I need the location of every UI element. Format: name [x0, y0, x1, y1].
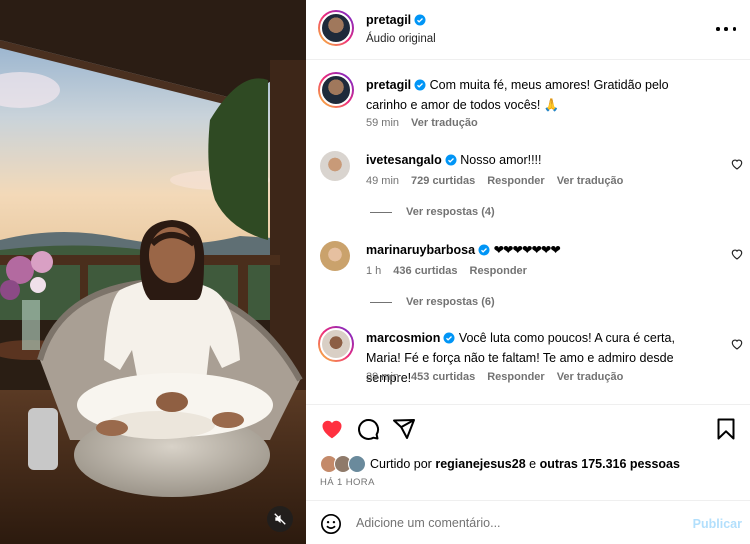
- commenter-username[interactable]: ivetesangalo: [366, 153, 442, 167]
- liked-by-user[interactable]: regianejesus28: [435, 457, 525, 471]
- comment-like-icon[interactable]: [730, 247, 744, 261]
- verified-badge-icon: [478, 244, 490, 256]
- comment-item: ivetesangalo Nosso amor!!!! 49 min 729 c…: [306, 139, 750, 229]
- post-timestamp[interactable]: HÁ 1 HORA: [320, 477, 375, 488]
- comment-input[interactable]: [356, 513, 676, 533]
- reply-button[interactable]: Responder: [487, 371, 544, 383]
- post-actions: [306, 404, 750, 444]
- liked-by-others[interactable]: outras 175.316 pessoas: [540, 457, 680, 471]
- liked-by-prefix: Curtido por: [370, 457, 432, 471]
- comment-time[interactable]: 39 min: [366, 371, 399, 383]
- comment-likes[interactable]: 436 curtidas: [393, 265, 457, 277]
- post-video-frame: [0, 0, 306, 544]
- paper-plane-icon[interactable]: [392, 417, 416, 441]
- caption-translate-button[interactable]: Ver tradução: [411, 117, 478, 129]
- view-replies-label: Ver respostas (6): [406, 296, 495, 308]
- audio-label[interactable]: Áudio original: [366, 33, 436, 45]
- comment-item: marcosmion Você luta como poucos! A cura…: [306, 317, 750, 404]
- author-username[interactable]: pretagil: [366, 13, 411, 27]
- bookmark-icon[interactable]: [714, 417, 738, 441]
- speaker-muted-icon: [274, 513, 286, 525]
- comment-translate-button[interactable]: Ver tradução: [557, 175, 624, 187]
- caption: pretagil Com muita fé, meus amores! Grat…: [306, 61, 750, 139]
- commenter-avatar[interactable]: [320, 151, 350, 181]
- replies-divider: [370, 211, 392, 213]
- comment-item: marinaruybarbosa ❤❤❤❤❤❤❤ 1 h 436 curtida…: [306, 229, 750, 317]
- post-header: pretagil Áudio original: [306, 0, 750, 60]
- commenter-avatar[interactable]: [320, 241, 350, 271]
- reply-button[interactable]: Responder: [487, 175, 544, 187]
- comment-like-icon[interactable]: [730, 157, 744, 171]
- comment-time[interactable]: 49 min: [366, 175, 399, 187]
- post-side-panel: pretagil Áudio original pretagil Com mui…: [306, 0, 750, 544]
- view-replies-button[interactable]: Ver respostas (4): [370, 206, 495, 218]
- commenter-username[interactable]: marinaruybarbosa: [366, 243, 475, 257]
- comment-like-icon[interactable]: [730, 337, 744, 351]
- commenter-username[interactable]: marcosmion: [366, 331, 440, 345]
- comment-composer: Publicar: [306, 500, 750, 544]
- view-replies-button[interactable]: Ver respostas (6): [370, 296, 495, 308]
- emoji-smile-icon[interactable]: [320, 513, 342, 535]
- caption-avatar[interactable]: [318, 72, 354, 108]
- caption-text: Com muita fé, meus amores! Gratidão pelo…: [366, 78, 669, 112]
- mute-toggle-button[interactable]: [267, 506, 293, 532]
- author-avatar[interactable]: [318, 10, 354, 46]
- replies-divider: [370, 301, 392, 303]
- likes-summary[interactable]: Curtido por regianejesus28 e outras 175.…: [320, 453, 680, 475]
- comment-likes[interactable]: 729 curtidas: [411, 175, 475, 187]
- view-replies-label: Ver respostas (4): [406, 206, 495, 218]
- comment-bubble-icon[interactable]: [356, 417, 380, 441]
- verified-badge-icon: [414, 14, 426, 26]
- verified-badge-icon: [443, 332, 455, 344]
- heart-filled-icon[interactable]: [320, 417, 344, 441]
- comment-likes[interactable]: 453 curtidas: [411, 371, 475, 383]
- comment-translate-button[interactable]: Ver tradução: [557, 371, 624, 383]
- comment-text: ❤❤❤❤❤❤❤: [493, 243, 561, 257]
- comment-time[interactable]: 1 h: [366, 265, 381, 277]
- verified-badge-icon: [414, 79, 426, 91]
- post-media[interactable]: [0, 0, 306, 544]
- more-horizontal-icon[interactable]: [716, 22, 736, 36]
- reply-button[interactable]: Responder: [470, 265, 527, 277]
- comment-text: Nosso amor!!!!: [460, 153, 542, 167]
- commenter-avatar[interactable]: [318, 326, 354, 362]
- liker-avatars: [320, 455, 370, 473]
- comments-list: pretagil Com muita fé, meus amores! Grat…: [306, 61, 750, 404]
- publish-button[interactable]: Publicar: [693, 517, 742, 531]
- caption-username[interactable]: pretagil: [366, 78, 411, 92]
- caption-time[interactable]: 59 min: [366, 117, 399, 129]
- verified-badge-icon: [445, 154, 457, 166]
- liked-by-middle: e: [529, 457, 537, 471]
